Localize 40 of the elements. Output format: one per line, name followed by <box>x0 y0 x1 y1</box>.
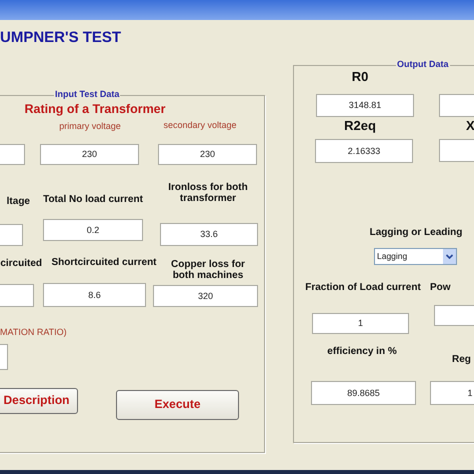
input-field[interactable]: 1 <box>312 313 409 334</box>
action-button[interactable]: Execute <box>116 390 239 420</box>
input-field[interactable]: 1 <box>430 381 474 405</box>
app-heading: UMPNER'S TEST <box>0 29 122 46</box>
section-title: Rating of a Transformer <box>24 100 166 118</box>
input-field[interactable]: 33.6 <box>160 223 258 246</box>
field-label: Copper loss for both machines <box>170 258 246 283</box>
input-field[interactable]: 320 <box>153 285 258 307</box>
input-field[interactable]: 230 <box>158 144 257 165</box>
field-label: Fraction of Load current <box>304 281 422 296</box>
field-label: Lagging or Leading <box>368 226 464 240</box>
input-field[interactable]: 2.16333 <box>315 139 413 163</box>
input-field[interactable]: 0.2 <box>43 219 143 241</box>
field-label: Pow <box>430 281 452 296</box>
input-field[interactable] <box>434 305 474 326</box>
output-label: R2eq <box>343 117 377 135</box>
input-field[interactable] <box>0 144 25 165</box>
input-field[interactable]: 89.8685 <box>311 381 416 405</box>
panel-legend: Output Data <box>396 59 450 69</box>
input-field[interactable]: 230 <box>40 144 139 165</box>
dropdown[interactable]: Lagging <box>374 248 457 265</box>
input-field[interactable]: 8.6 <box>43 283 146 307</box>
field-label: Total No load current <box>42 193 144 208</box>
panel-legend: Input Test Data <box>54 89 120 99</box>
field-label: Reg <box>452 353 472 368</box>
caption-label: primary voltage <box>58 120 122 133</box>
input-field[interactable] <box>439 139 474 162</box>
field-label: circuited <box>0 257 42 272</box>
input-field[interactable] <box>439 94 474 117</box>
caption-label: secondary voltage <box>162 118 238 132</box>
input-field[interactable] <box>0 284 34 307</box>
action-button[interactable]: Description <box>0 388 78 414</box>
field-label: efficiency in % <box>326 345 398 360</box>
field-label: ltage <box>6 195 30 210</box>
field-label: Shortcircuited current <box>50 256 158 270</box>
input-field[interactable] <box>0 224 23 246</box>
field-label: Ironloss for both transformer <box>167 180 249 206</box>
input-field[interactable]: 3148.81 <box>316 94 414 117</box>
caption-label: MATION RATIO) <box>0 326 68 339</box>
output-label: R0 <box>350 68 370 86</box>
